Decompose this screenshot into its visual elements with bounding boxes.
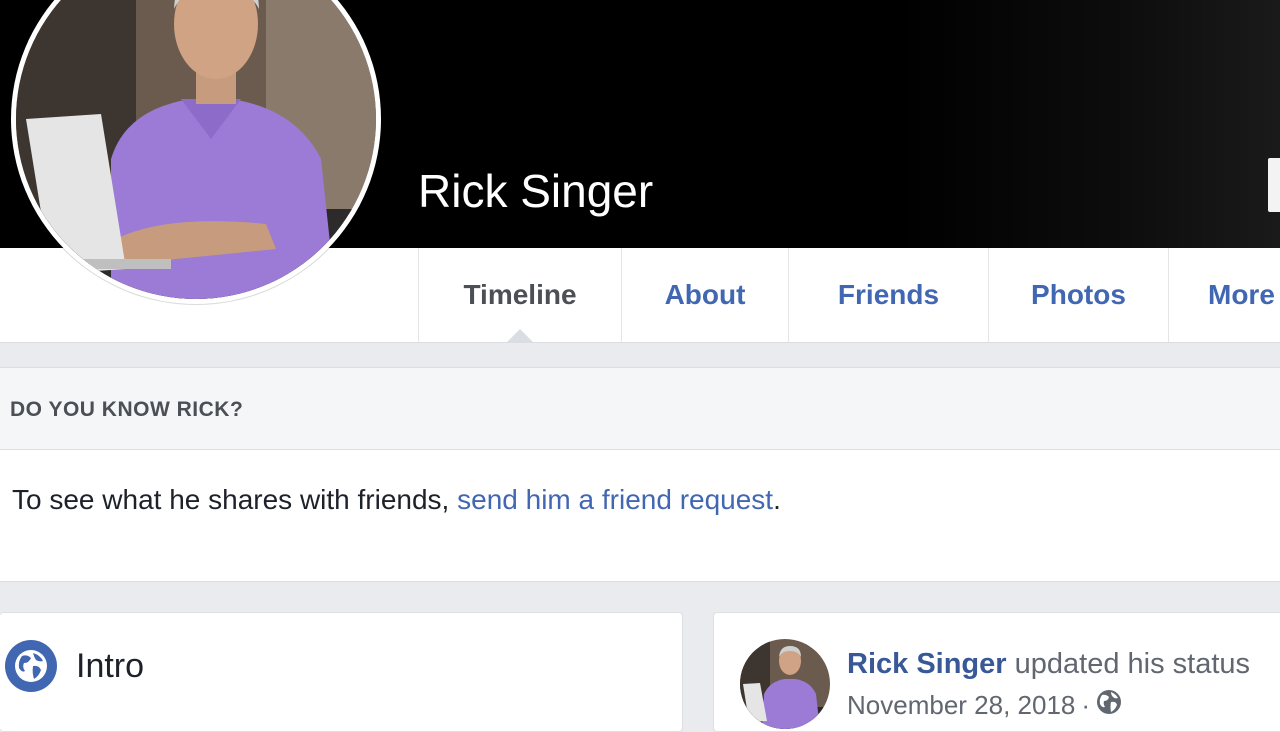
post-author-avatar[interactable] (740, 639, 830, 729)
prompt-period: . (773, 484, 781, 515)
tab-timeline[interactable]: Timeline (418, 248, 621, 342)
tab-friends[interactable]: Friends (788, 248, 988, 342)
active-tab-indicator (506, 329, 534, 343)
intro-card: Intro (0, 612, 683, 732)
intro-title: Intro (76, 647, 145, 685)
profile-picture[interactable] (11, 0, 381, 304)
post-date-link[interactable]: November 28, 2018 (847, 690, 1075, 721)
cover-button-edge[interactable] (1268, 158, 1280, 212)
prompt-text: To see what he shares with friends, (12, 484, 458, 515)
prompt-heading: DO YOU KNOW RICK? (0, 368, 1280, 450)
meta-separator: · (1081, 690, 1091, 720)
post-meta: November 28, 2018 · (847, 689, 1122, 722)
friend-request-prompt: DO YOU KNOW RICK? To see what he shares … (0, 367, 1280, 582)
globe-icon (5, 640, 57, 692)
post-headline: Rick Singer updated his status (847, 648, 1250, 681)
tab-photos[interactable]: Photos (988, 248, 1168, 342)
post-author-link[interactable]: Rick Singer (847, 648, 1007, 680)
send-friend-request-link[interactable]: send him a friend request (457, 484, 773, 515)
tab-more[interactable]: More (1168, 248, 1280, 342)
profile-photo-image (16, 0, 376, 299)
post-action-text: updated his status (1014, 648, 1251, 680)
status-post: Rick Singer updated his status November … (713, 612, 1280, 732)
globe-icon[interactable] (1096, 689, 1122, 722)
profile-name[interactable]: Rick Singer (418, 164, 653, 218)
prompt-body: To see what he shares with friends, send… (0, 450, 1280, 516)
tab-about[interactable]: About (621, 248, 788, 342)
